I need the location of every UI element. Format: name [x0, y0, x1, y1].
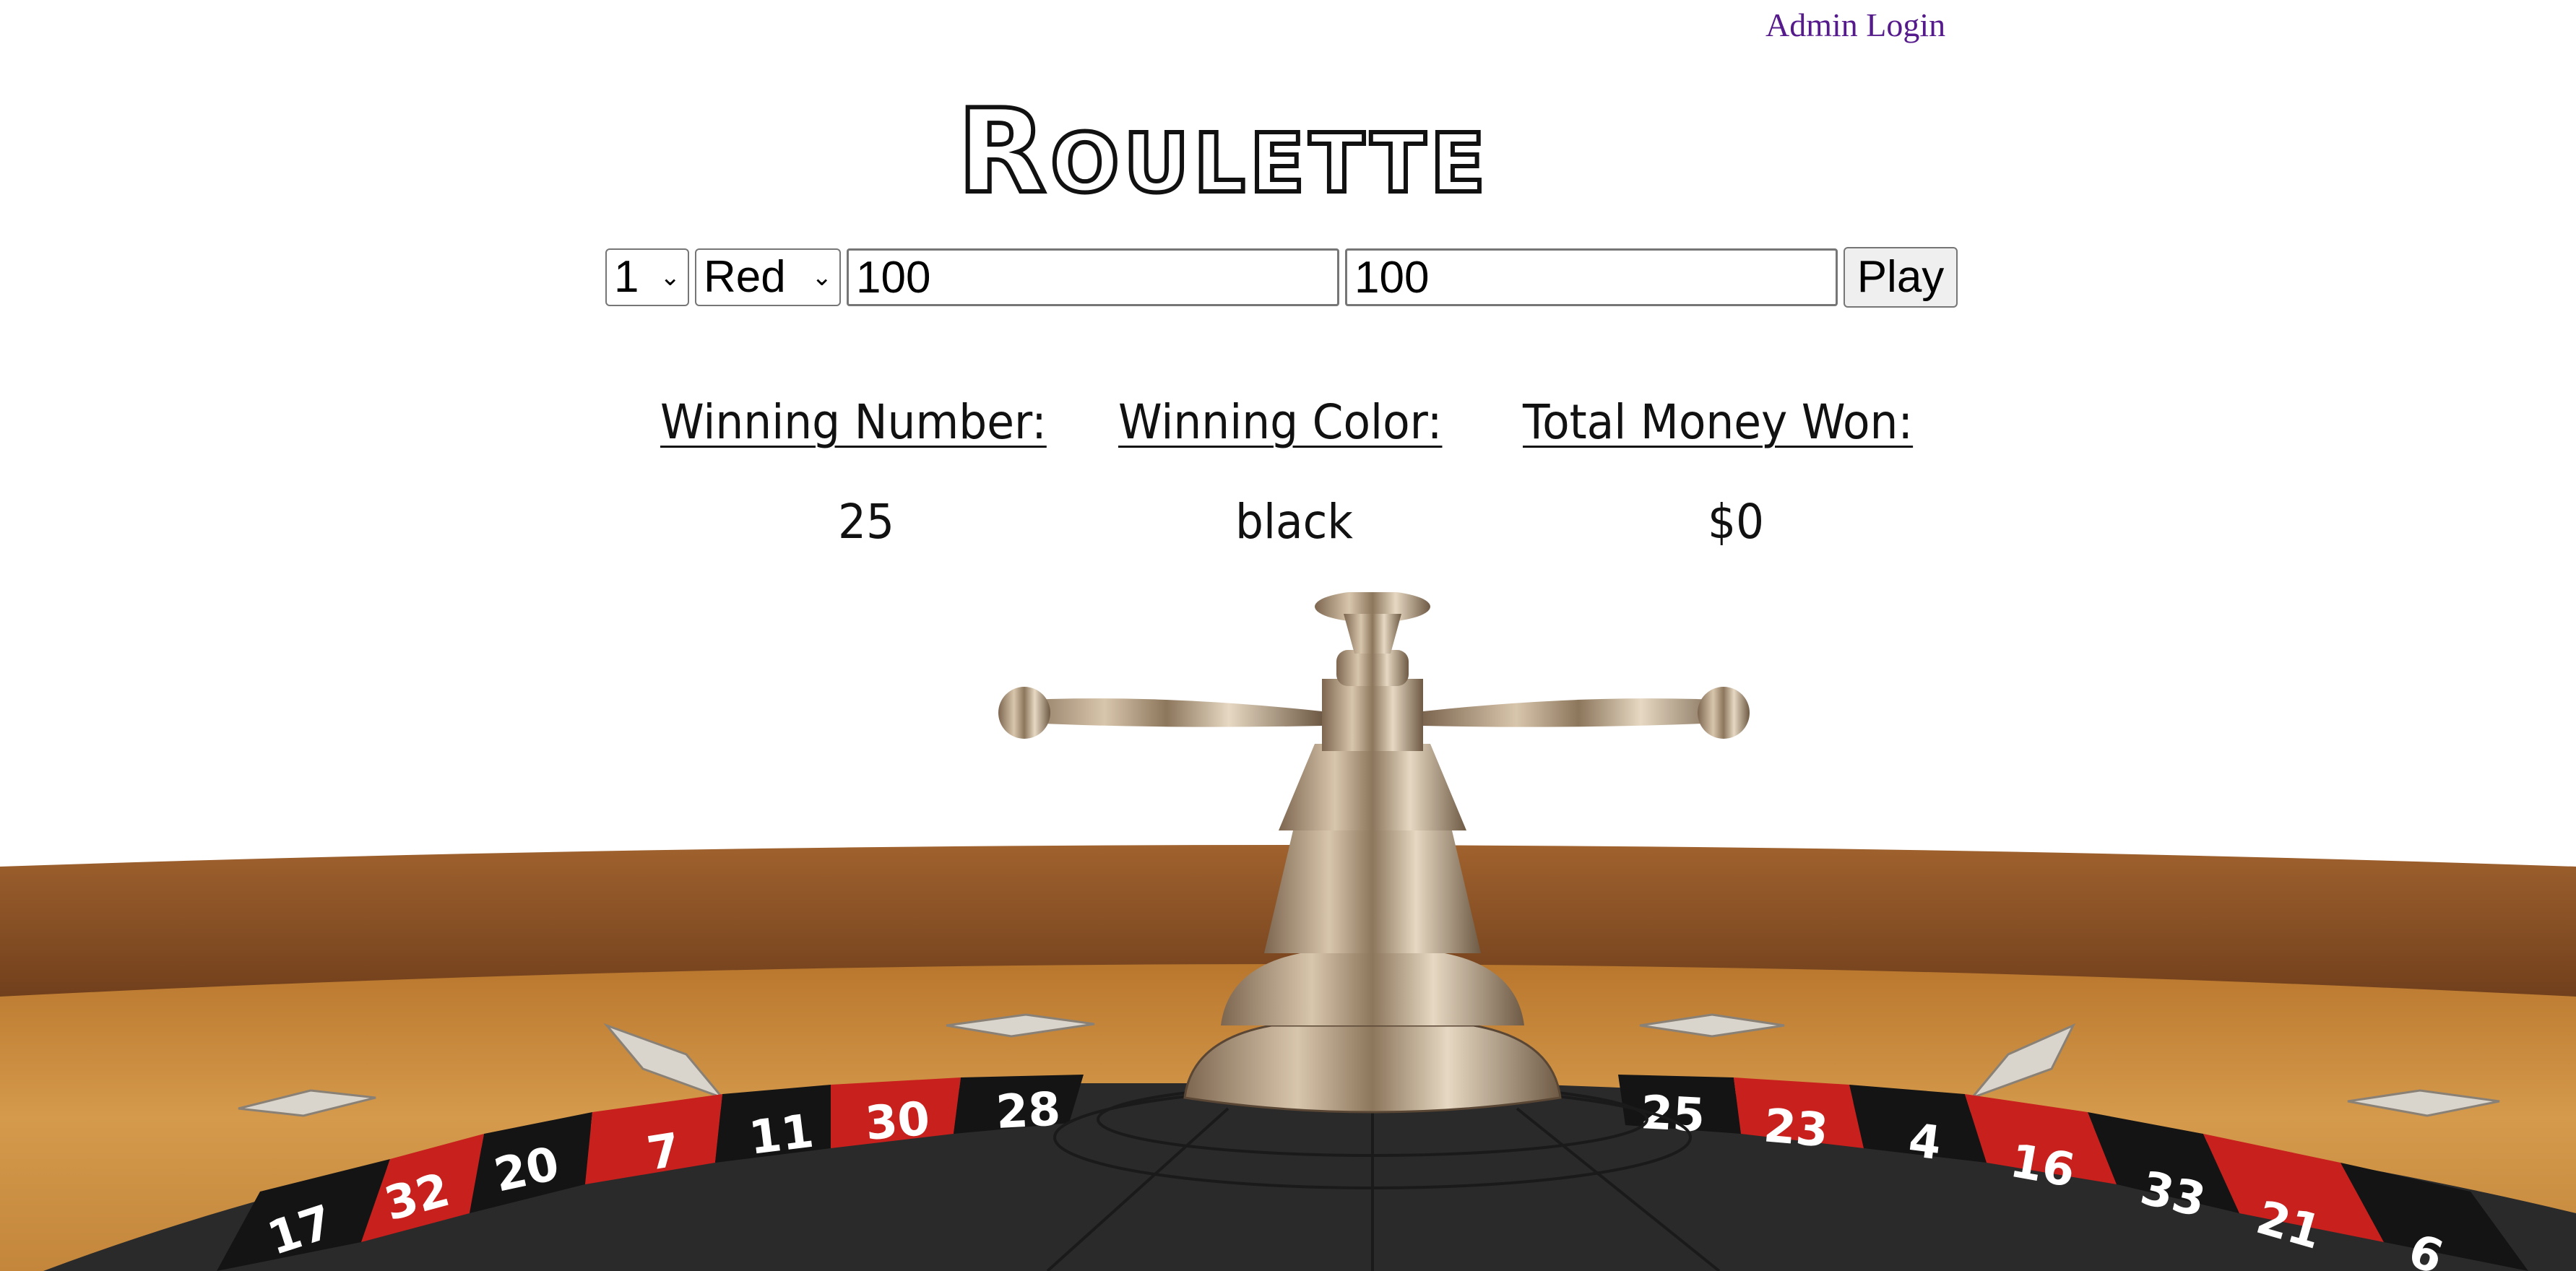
color-select[interactable]: Red ⌄ [695, 248, 841, 306]
chevron-down-icon: ⌄ [811, 264, 833, 291]
roulette-wheel-image: 17 32 20 7 11 30 28 25 23 4 16 33 21 6 [0, 592, 2576, 1271]
number-select[interactable]: 1 ⌄ [605, 248, 689, 306]
pocket-number: 16 [2006, 1135, 2079, 1198]
balance-value: 100 [1354, 253, 1430, 303]
total-money-value: $0 [1708, 494, 1765, 550]
winning-color-value: black [1235, 494, 1353, 550]
pocket-number: 4 [1906, 1114, 1944, 1171]
pocket-number: 23 [1762, 1099, 1831, 1158]
pocket-number: 28 [995, 1083, 1062, 1140]
pocket-number: 30 [863, 1092, 932, 1150]
play-button[interactable]: Play [1844, 247, 1958, 308]
pocket-number: 11 [746, 1105, 816, 1166]
winning-number-label: Winning Number: [660, 394, 1047, 450]
winning-number-value: 25 [838, 494, 895, 550]
admin-login-link[interactable]: Admin Login [1765, 6, 1945, 44]
number-select-value: 1 [614, 252, 639, 302]
total-money-label: Total Money Won: [1523, 394, 1914, 450]
balance-input[interactable]: 100 [1345, 248, 1838, 306]
bet-amount-value: 100 [856, 253, 931, 303]
pocket-number: 25 [1639, 1086, 1706, 1143]
chevron-down-icon: ⌄ [660, 264, 681, 291]
winning-color-label: Winning Color: [1118, 394, 1443, 450]
color-select-value: Red [704, 252, 786, 302]
bet-amount-input[interactable]: 100 [847, 248, 1339, 306]
page-title: Roulette [955, 84, 1490, 219]
